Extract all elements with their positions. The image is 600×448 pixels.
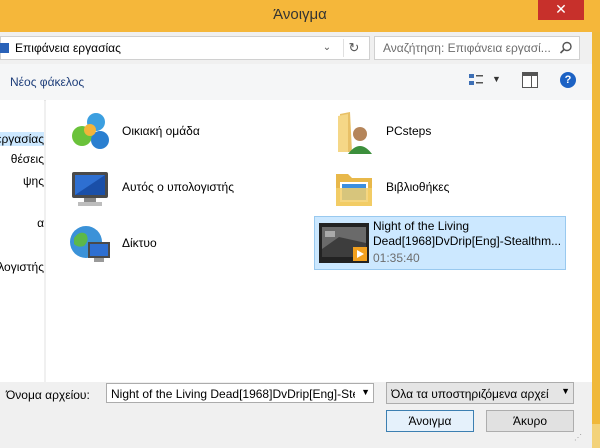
cancel-button[interactable]: Άκυρο (486, 410, 574, 432)
item-network[interactable]: Δίκτυο (50, 218, 300, 270)
dialog-client-area: Επιφάνεια εργασίας ⌄ ↻ Αναζήτηση: Επιφάν… (0, 32, 592, 448)
preview-pane-icon[interactable] (522, 72, 538, 88)
address-bar[interactable]: Επιφάνεια εργασίας ⌄ ↻ (0, 36, 370, 60)
nav-item-computer[interactable]: ολογιστής (0, 260, 44, 274)
command-toolbar: Νέος φάκελος ▼ ? (0, 64, 592, 101)
title-bar[interactable]: Άνοιγμα ✕ (0, 0, 600, 32)
filename-value[interactable]: Night of the Living Dead[1968]DvDrip[Eng… (111, 387, 355, 401)
filename-field[interactable]: Night of the Living Dead[1968]DvDrip[Eng… (106, 383, 374, 403)
new-folder-button[interactable]: Νέος φάκελος (10, 75, 84, 89)
search-placeholder: Αναζήτηση: Επιφάνεια εργασί... (383, 41, 551, 55)
address-path[interactable]: Επιφάνεια εργασίας (15, 41, 121, 55)
file-type-filter[interactable]: Όλα τα υποστηριζόμενα αρχεί ▼ (386, 382, 574, 404)
item-homegroup[interactable]: Οικιακή ομάδα (50, 106, 300, 158)
open-button[interactable]: Άνοιγμα (386, 410, 474, 432)
nav-item-3[interactable]: ψης (23, 174, 44, 188)
chevron-down-icon[interactable]: ▼ (361, 387, 370, 397)
chevron-down-icon[interactable]: ⌄ (319, 39, 335, 57)
help-icon[interactable]: ? (560, 72, 576, 88)
video-title: Night of the Living Dead[1968]DvDrip[Eng… (373, 219, 567, 249)
item-video-file[interactable]: Night of the Living Dead[1968]DvDrip[Eng… (314, 216, 566, 270)
item-label: Βιβλιοθήκες (386, 180, 450, 194)
video-duration: 01:35:40 (373, 251, 420, 265)
file-list: Οικιακή ομάδα PCsteps Αυτός ο υπολογιστή… (46, 100, 592, 382)
resize-grip-icon[interactable]: ⋰ (574, 433, 582, 442)
item-pcsteps[interactable]: PCsteps (314, 106, 564, 158)
item-label: Δίκτυο (122, 236, 157, 250)
item-label: Οικιακή ομάδα (122, 124, 200, 138)
view-dropdown-icon[interactable]: ▼ (492, 74, 501, 84)
filename-label: Όνομα αρχείου: (6, 388, 90, 402)
filter-value: Όλα τα υποστηριζόμενα αρχεί (391, 387, 549, 401)
user-folder-icon (338, 112, 372, 154)
nav-item-recent-places[interactable]: θέσεις (11, 152, 44, 166)
item-libraries[interactable]: Βιβλιοθήκες (314, 162, 564, 214)
video-thumbnail-icon (319, 223, 369, 263)
nav-item-desktop[interactable]: εργασίας (0, 132, 44, 146)
chevron-down-icon[interactable]: ▼ (561, 386, 570, 396)
nav-item-4[interactable]: α (37, 216, 44, 230)
navigation-pane: εργασίας θέσεις ψης α ολογιστής (0, 100, 44, 382)
item-label: PCsteps (386, 124, 432, 138)
video-title-line1: Night of the Living (373, 219, 470, 233)
window-title: Άνοιγμα (273, 6, 327, 23)
dialog-footer: Όνομα αρχείου: Night of the Living Dead[… (0, 382, 592, 448)
close-button[interactable]: ✕ (538, 0, 584, 20)
video-title-line2: Dead[1968]DvDrip[Eng]-Stealthm... (373, 234, 562, 248)
computer-icon (72, 172, 108, 206)
network-icon (70, 226, 110, 262)
search-icon[interactable] (559, 41, 573, 55)
file-open-dialog: Άνοιγμα ✕ Επιφάνεια εργασίας ⌄ ↻ Αναζήτη… (0, 0, 600, 448)
item-this-pc[interactable]: Αυτός ο υπολογιστής (50, 162, 300, 214)
item-label: Αυτός ο υπολογιστής (122, 180, 234, 194)
homegroup-icon (72, 113, 109, 149)
refresh-icon[interactable]: ↻ (343, 39, 364, 57)
desktop-icon (0, 43, 9, 53)
libraries-icon (336, 174, 372, 206)
change-view-icon[interactable] (468, 72, 484, 88)
search-input[interactable]: Αναζήτηση: Επιφάνεια εργασί... (374, 36, 580, 60)
